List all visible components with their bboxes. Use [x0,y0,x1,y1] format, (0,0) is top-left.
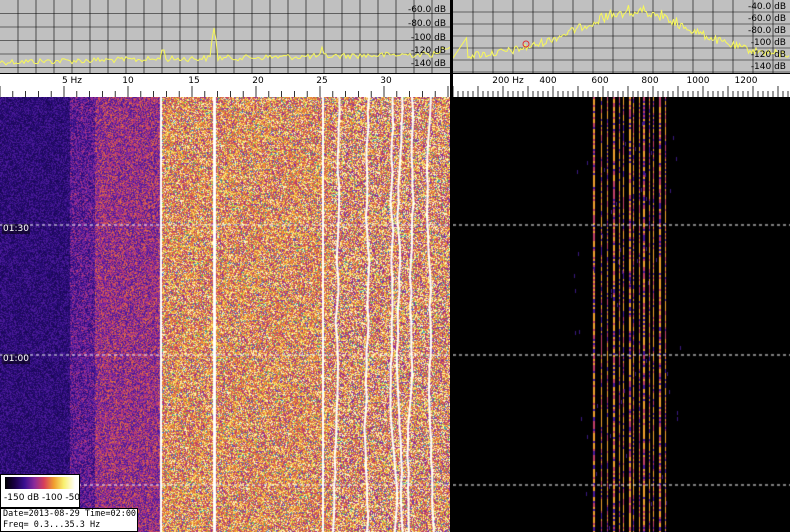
right-waterfall[interactable] [453,97,790,532]
right-spectrum-background [453,0,790,73]
left-db-label: -80.0 dB [408,19,446,29]
spectrum-analyzer-window: -60.0 dB -80.0 dB -100 dB -120 dB -140 d… [0,0,790,532]
info-frequency-range: Freq= 0.3...35.3 Hz [3,520,101,530]
right-db-label: -80.0 dB [748,26,786,36]
left-spectrum-plot[interactable]: -60.0 dB -80.0 dB -100 dB -120 dB -140 d… [0,0,450,73]
color-scale-legend: -150 dB -100 -50 [0,474,80,508]
audio-frequency-pane: -40.0 dB -60.0 dB -80.0 dB -100 dB -120 … [453,0,790,532]
right-freq-tick: 600 [591,76,608,86]
left-db-labels: -60.0 dB -80.0 dB -100 dB -120 dB -140 d… [408,5,446,69]
left-waterfall[interactable] [0,97,450,532]
time-marker-0100: 01:00 [2,354,30,364]
right-freq-tick: 1000 [687,76,710,86]
left-freq-tick: 5 Hz [62,76,82,86]
right-freq-tick: 1200 [735,76,758,86]
right-db-label: -120 dB [751,50,786,60]
right-spectrum-plot[interactable]: -40.0 dB -60.0 dB -80.0 dB -100 dB -120 … [453,0,790,73]
left-frequency-ruler[interactable]: 5 Hz 10 15 20 25 30 [0,73,450,99]
left-freq-tick: 15 [188,76,199,86]
left-freq-tick: 20 [252,76,264,86]
right-frequency-ruler[interactable]: 200 Hz 400 600 800 1000 1200 [453,73,790,99]
right-db-label: -140 dB [751,62,786,72]
low-frequency-pane: -60.0 dB -80.0 dB -100 dB -120 dB -140 d… [0,0,450,532]
right-db-label: -40.0 dB [748,2,786,12]
left-db-label: -120 dB [411,46,446,56]
right-freq-tick: 400 [539,76,556,86]
info-box: Date=2013-08-29 Time=02:00 Freq= 0.3...3… [0,508,138,532]
color-scale-labels: -150 dB -100 -50 [4,493,81,503]
left-freq-tick: 10 [122,76,134,86]
left-spectrum-background [0,0,450,73]
right-db-label: -100 dB [751,38,786,48]
right-freq-tick: 800 [641,76,658,86]
right-freq-tick: 200 Hz [492,76,524,86]
left-waterfall-canvas [0,97,450,532]
left-freq-tick: 30 [380,76,392,86]
right-waterfall-canvas [453,97,790,532]
left-db-label: -100 dB [411,33,446,43]
left-db-label: -60.0 dB [408,5,446,15]
right-db-label: -60.0 dB [748,14,786,24]
left-db-label: -140 dB [411,59,446,69]
time-marker-0130: 01:30 [2,224,30,234]
left-freq-tick: 25 [316,76,327,86]
info-date-time: Date=2013-08-29 Time=02:00 [3,509,137,519]
color-scale-gradient [5,477,75,489]
